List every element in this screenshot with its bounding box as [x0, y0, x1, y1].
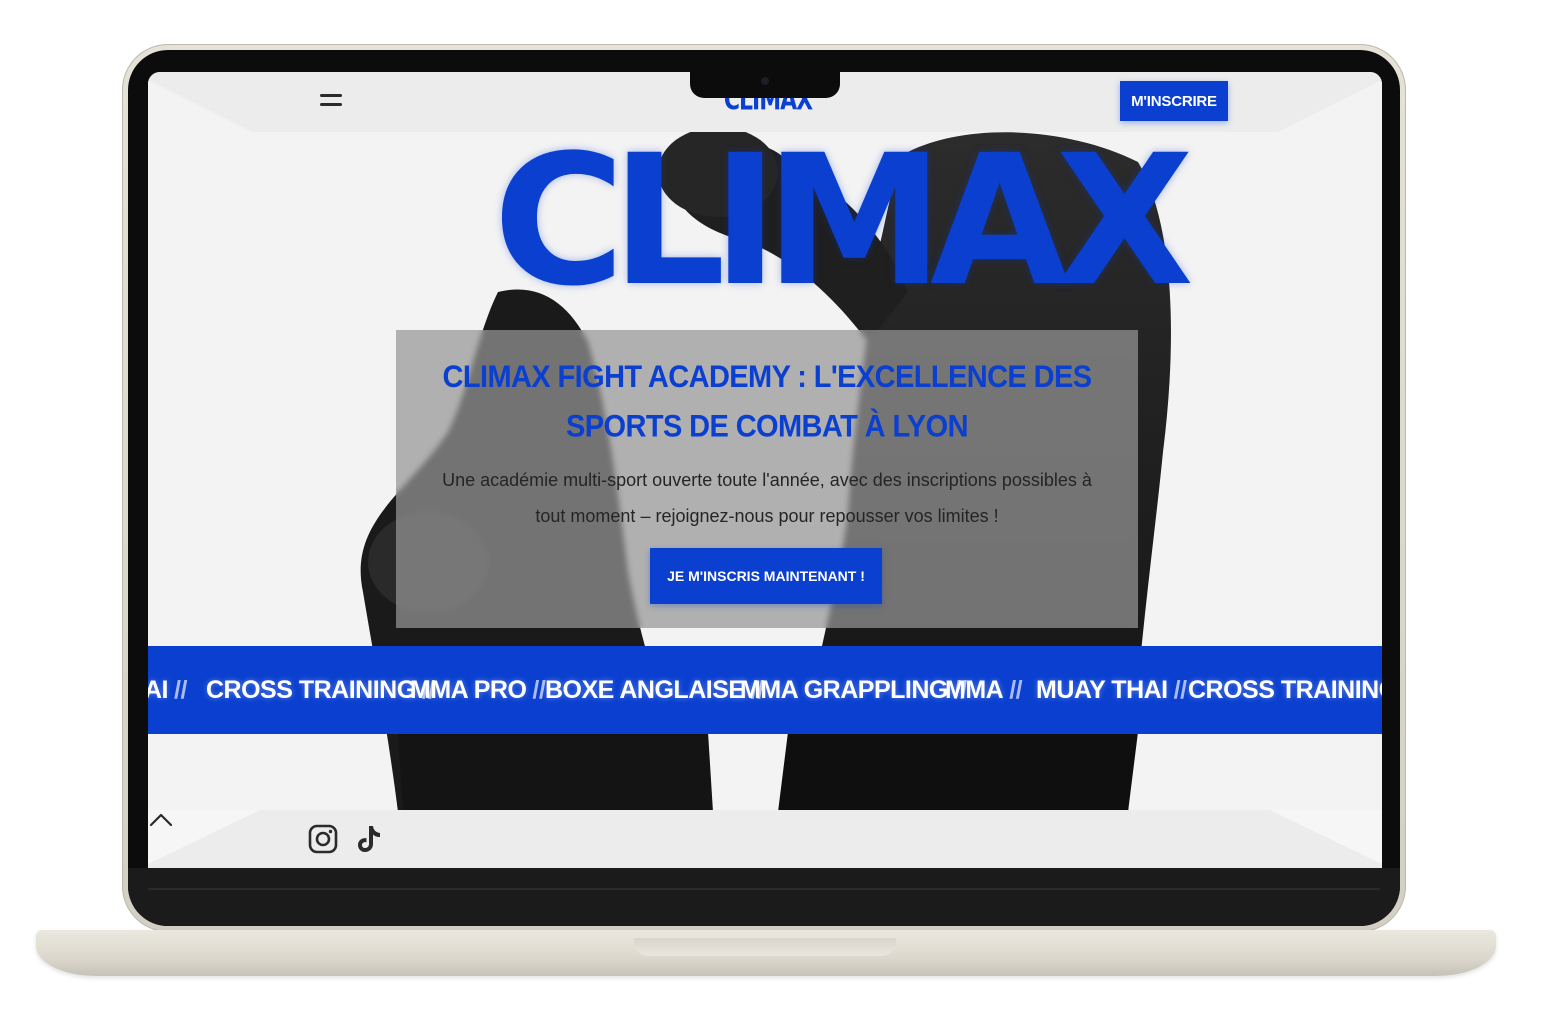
marquee-item: MMA PRO//	[410, 646, 546, 734]
climax-big-logo: CLIMAX	[493, 117, 1194, 326]
camera-icon	[761, 77, 769, 85]
site-footer	[148, 810, 1382, 868]
hero-card: CLIMAX FIGHT ACADEMY : L'EXCELLENCE DES …	[396, 330, 1138, 628]
hero-title: CLIMAX FIGHT ACADEMY : L'EXCELLENCE DES …	[442, 359, 1093, 445]
marquee-item: BOXE ANGLAISE//	[545, 646, 764, 734]
marquee-separator: //	[1173, 676, 1187, 704]
marquee-item-label: CROSS TRAINING	[206, 676, 416, 704]
disciplines-marquee: AI//CROSS TRAINING//MMA PRO//BOXE ANGLAI…	[148, 646, 1382, 734]
marquee-separator: //	[532, 676, 546, 704]
signup-button[interactable]: M'INSCRIRE	[1120, 81, 1228, 121]
marquee-item-label: MUAY THAI	[1036, 676, 1168, 704]
website-screen: CLIMAX CLIMAX M'INSCRIRE CLIMAX FIGHT AC…	[148, 72, 1382, 868]
instagram-icon[interactable]	[308, 824, 338, 854]
marquee-item: MUAY THAI//	[1036, 646, 1187, 734]
menu-icon[interactable]	[320, 92, 344, 110]
marquee-item-label: MMA GRAPPLING	[740, 676, 948, 704]
marquee-item: CROSS TRAINING//	[206, 646, 435, 734]
marquee-item: MMA GRAPPLING//	[740, 646, 967, 734]
screen-chin	[128, 868, 1400, 926]
tiktok-icon[interactable]	[356, 824, 382, 854]
marquee-item: MMA//	[945, 646, 1023, 734]
marquee-item-label: AI	[148, 676, 169, 704]
marquee-item-label: MMA PRO	[410, 676, 527, 704]
chin-divider	[148, 888, 1380, 890]
marquee-item-label: BOXE ANGLAISE	[545, 676, 745, 704]
register-now-button[interactable]: JE M'INSCRIS MAINTENANT !	[650, 548, 882, 604]
camera-notch	[690, 72, 840, 98]
chevron-up-icon[interactable]	[148, 810, 174, 828]
marquee-separator: //	[174, 676, 187, 704]
marquee-item: AI//	[148, 646, 187, 734]
trackpad-notch	[634, 938, 896, 956]
marquee-separator: //	[1009, 676, 1023, 704]
hero-description: Une académie multi-sport ouverte toute l…	[442, 470, 1092, 526]
marquee-item: CROSS TRAINING//	[1188, 646, 1382, 734]
marquee-item-label: CROSS TRAINING	[1188, 676, 1382, 704]
marquee-item-label: MMA	[945, 676, 1004, 704]
